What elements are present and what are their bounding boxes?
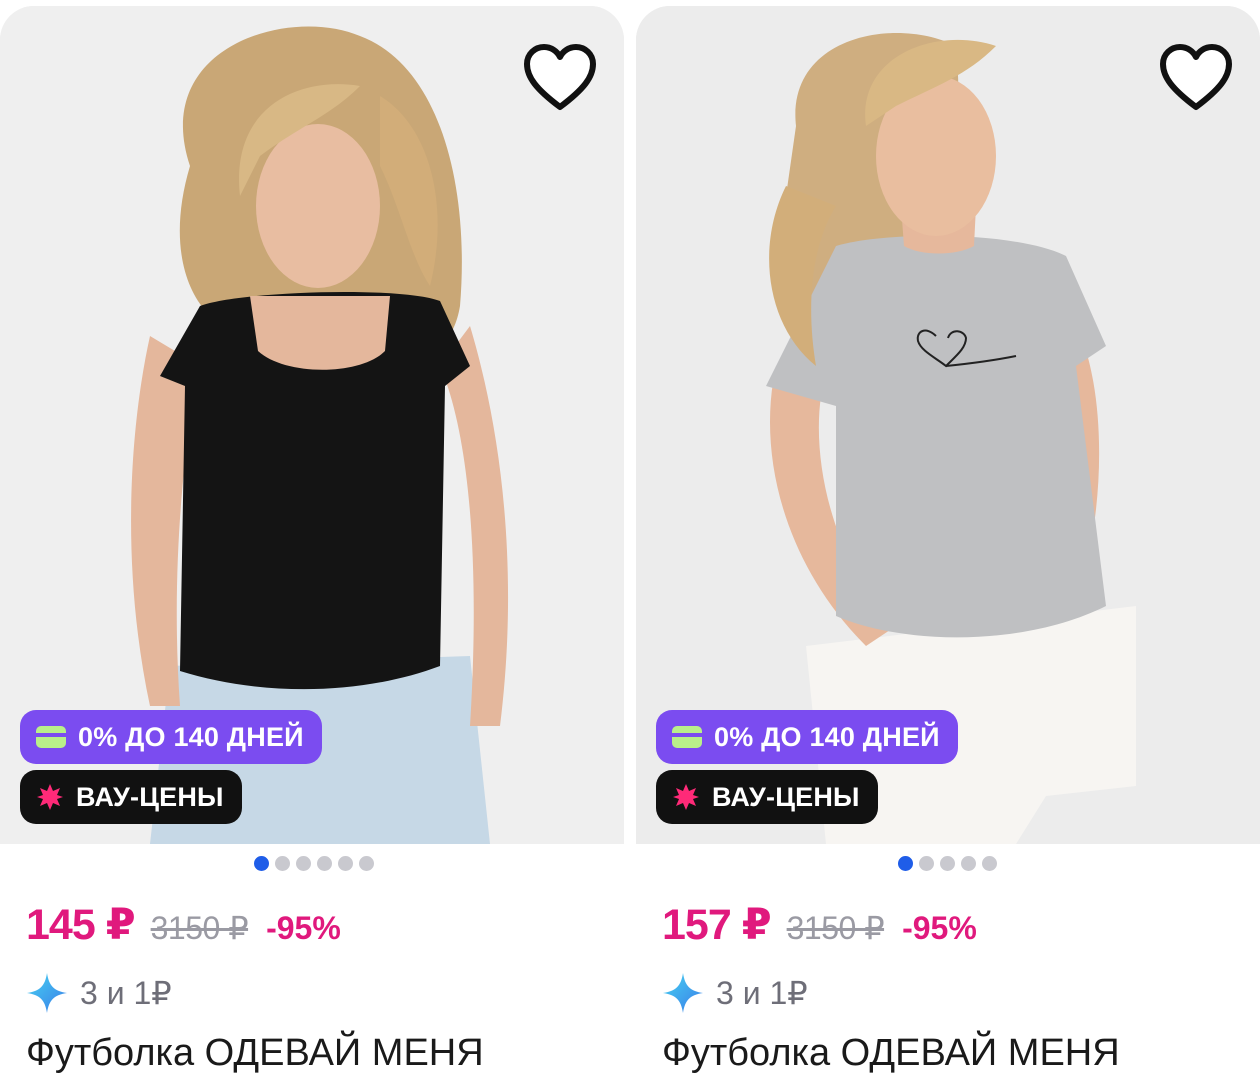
old-price: 3150 ₽ xyxy=(786,910,885,946)
card-icon xyxy=(36,726,66,748)
favorite-button[interactable] xyxy=(1154,36,1238,120)
image-pagination xyxy=(254,856,374,871)
card-icon xyxy=(672,726,702,748)
installment-badge-label: 0% ДО 140 ДНЕЙ xyxy=(714,721,940,752)
wow-price-badge: ВАУ-ЦЕНЫ xyxy=(656,770,878,824)
discount-label: -95% xyxy=(902,910,977,946)
points-label: 3 и 1₽ xyxy=(716,975,808,1011)
wow-badge-label: ВАУ-ЦЕНЫ xyxy=(76,781,224,812)
wow-badge-label: ВАУ-ЦЕНЫ xyxy=(712,781,860,812)
pagination-dot xyxy=(359,856,374,871)
pagination-dot xyxy=(940,856,955,871)
old-price: 3150 ₽ xyxy=(150,910,249,946)
pagination-dot-active xyxy=(898,856,913,871)
pagination-dot xyxy=(275,856,290,871)
price-row: 157 ₽ 3150 ₽ -95% xyxy=(662,900,977,950)
points-row: 3 и 1₽ xyxy=(26,972,172,1014)
current-price: 145 ₽ xyxy=(26,901,136,949)
installment-badge-label: 0% ДО 140 ДНЕЙ xyxy=(78,721,304,752)
price-row: 145 ₽ 3150 ₽ -95% xyxy=(26,900,341,950)
burst-icon xyxy=(36,783,64,811)
installment-badge: 0% ДО 140 ДНЕЙ xyxy=(20,710,322,764)
wow-price-badge: ВАУ-ЦЕНЫ xyxy=(20,770,242,824)
heart-outline-icon xyxy=(1160,44,1232,110)
product-grid: 0% ДО 140 ДНЕЙ ВАУ-ЦЕНЫ 145 ₽ 3150 ₽ -95… xyxy=(0,0,1260,1088)
points-row: 3 и 1₽ xyxy=(662,972,808,1014)
discount-label: -95% xyxy=(266,910,341,946)
current-price: 157 ₽ xyxy=(662,901,772,949)
product-card[interactable]: 0% ДО 140 ДНЕЙ ВАУ-ЦЕНЫ 145 ₽ 3150 ₽ -95… xyxy=(0,6,624,1088)
installment-badge: 0% ДО 140 ДНЕЙ xyxy=(656,710,958,764)
pagination-dot xyxy=(982,856,997,871)
product-title[interactable]: Футболка ОДЕВАЙ МЕНЯ xyxy=(26,1032,484,1075)
favorite-button[interactable] xyxy=(518,36,602,120)
pagination-dot xyxy=(338,856,353,871)
product-card[interactable]: 0% ДО 140 ДНЕЙ ВАУ-ЦЕНЫ 157 ₽ 3150 ₽ -95… xyxy=(636,6,1260,1088)
pagination-dot xyxy=(296,856,311,871)
pagination-dot-active xyxy=(254,856,269,871)
heart-outline-icon xyxy=(524,44,596,110)
pagination-dot xyxy=(317,856,332,871)
sparkle-icon xyxy=(26,972,68,1014)
pagination-dot xyxy=(961,856,976,871)
sparkle-icon xyxy=(662,972,704,1014)
image-pagination xyxy=(898,856,997,871)
pagination-dot xyxy=(919,856,934,871)
points-label: 3 и 1₽ xyxy=(80,975,172,1011)
burst-icon xyxy=(672,783,700,811)
product-title[interactable]: Футболка ОДЕВАЙ МЕНЯ xyxy=(662,1032,1120,1075)
